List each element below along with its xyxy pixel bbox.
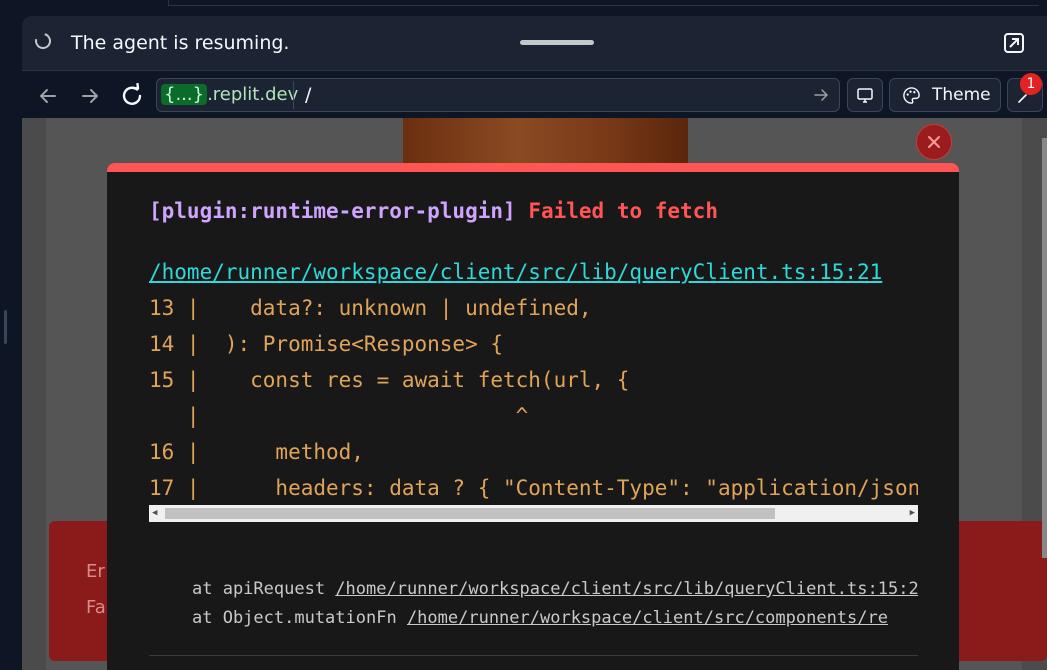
forward-arrow-icon[interactable] <box>77 83 103 109</box>
runtime-error-overlay: [plugin:runtime-error-plugin] Failed to … <box>107 163 959 670</box>
code-line: 14 | ): Promise<Response> { <box>149 332 504 356</box>
loading-spinner-icon <box>32 30 54 52</box>
agent-status-bar: The agent is resuming. <box>22 16 1047 70</box>
palette-icon <box>903 87 920 104</box>
error-plugin-name: [plugin:runtime-error-plugin] <box>149 199 516 223</box>
url-domain-highlight: {...} <box>161 84 208 105</box>
code-line: 13 | data?: unknown | undefined, <box>149 296 592 320</box>
monitor-icon <box>857 88 873 103</box>
reload-icon[interactable] <box>119 83 145 109</box>
stack-line: at apiRequest /home/runner/workspace/cli… <box>192 577 918 601</box>
error-file-link[interactable]: /home/runner/workspace/client/src/lib/qu… <box>149 258 882 286</box>
scroll-right-icon[interactable]: ▶ <box>910 509 915 518</box>
top-strip <box>0 0 1047 16</box>
code-frame: 13 | data?: unknown | undefined, 14 | ):… <box>149 290 918 500</box>
toast-line-2: Fa <box>86 597 106 618</box>
drag-handle[interactable] <box>520 40 594 45</box>
url-domain-rest: .replit.dev <box>207 84 299 105</box>
webview-scrollbar[interactable] <box>1042 138 1047 558</box>
scrollbar-thumb[interactable] <box>165 508 775 519</box>
back-arrow-icon[interactable] <box>35 83 61 109</box>
preview-panel: The agent is resuming. {...} .replit.dev … <box>22 16 1047 670</box>
resize-grip[interactable] <box>4 310 7 344</box>
error-title: [plugin:runtime-error-plugin] Failed to … <box>149 196 718 226</box>
code-line: 15 | const res = await fetch(url, { <box>149 368 630 392</box>
stack-link[interactable]: /home/runner/workspace/client/src/lib/qu… <box>335 579 918 599</box>
product-image <box>403 118 688 166</box>
devices-button[interactable] <box>847 78 883 112</box>
url-bar[interactable]: {...} .replit.dev / <box>156 78 840 112</box>
left-rail <box>0 0 22 670</box>
popout-icon[interactable] <box>1002 31 1026 55</box>
theme-label: Theme <box>932 85 991 105</box>
url-path-input[interactable]: / <box>305 83 311 107</box>
code-line: 16 | method, <box>149 440 364 464</box>
toast-line-1: Er <box>86 561 105 582</box>
theme-button[interactable]: Theme <box>889 78 1001 112</box>
code-line-caret: | ^ <box>149 404 529 428</box>
stack-prefix: at apiRequest <box>192 579 336 599</box>
browser-toolbar: {...} .replit.dev / Theme <box>22 70 1047 119</box>
url-domain: {...} .replit.dev <box>161 83 298 107</box>
webview: Er Fa [plugin:runtime-error-plugin] Fail… <box>22 118 1047 670</box>
scroll-left-icon[interactable]: ◀ <box>152 509 157 518</box>
stack-prefix: at Object.mutationFn <box>192 608 407 628</box>
url-separator <box>293 81 294 109</box>
agent-status-text: The agent is resuming. <box>71 32 290 54</box>
close-icon <box>928 136 940 148</box>
notification-badge: 1 <box>1020 73 1042 95</box>
overlay-divider <box>149 655 918 656</box>
stack-line: at Object.mutationFn /home/runner/worksp… <box>192 606 918 630</box>
code-line: 17 | headers: data ? { "Content-Type": "… <box>149 476 918 500</box>
tab-edge <box>168 0 1039 6</box>
stack-link[interactable]: /home/runner/workspace/client/src/compon… <box>407 608 888 628</box>
close-overlay-button[interactable] <box>916 124 952 160</box>
error-message: Failed to fetch <box>528 199 718 223</box>
code-frame-scrollbar[interactable]: ◀ ▶ <box>149 505 918 522</box>
go-arrow-icon[interactable] <box>812 86 830 104</box>
